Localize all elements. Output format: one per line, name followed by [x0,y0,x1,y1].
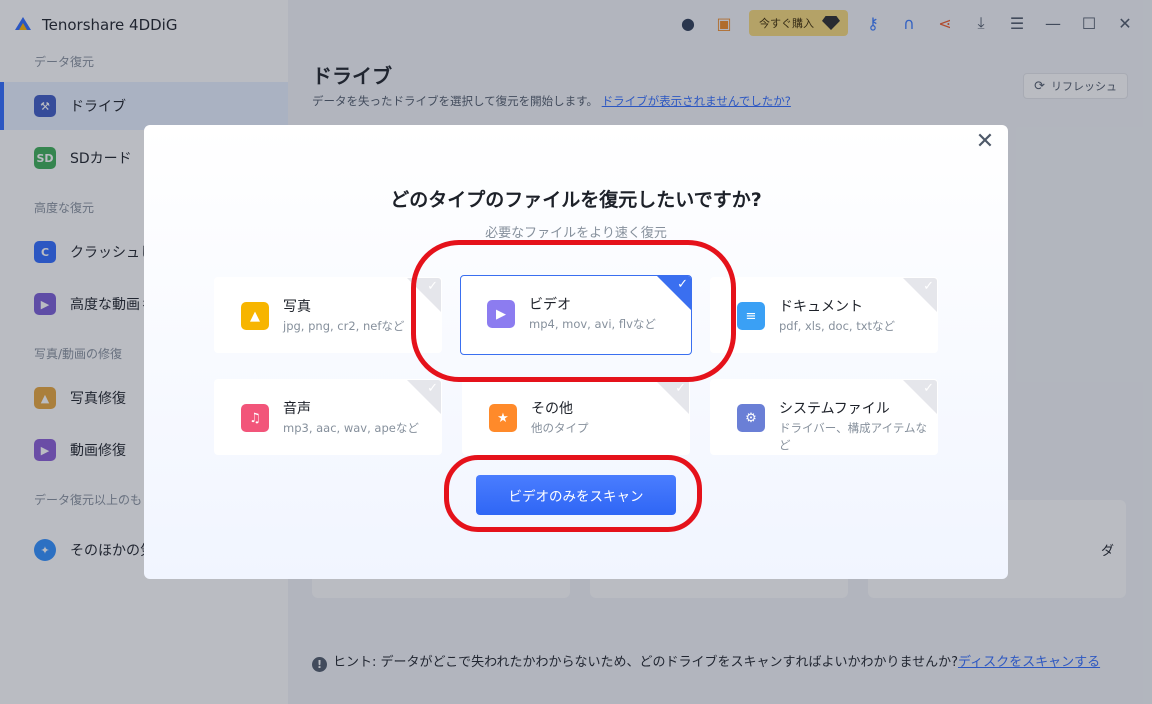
close-icon[interactable]: ✕ [974,131,996,153]
file-type-name: ドキュメント [779,299,863,315]
file-type-desc: pdf, xls, doc, txtなど [779,319,896,333]
check-icon: ✓ [923,279,934,294]
check-icon: ✓ [675,381,686,396]
checkbox-corner: ✓ [655,380,689,414]
check-icon: ✓ [923,381,934,396]
file-type-photo[interactable]: ✓ ▲ 写真 jpg, png, cr2, nefなど [214,277,442,353]
music-icon: ♫ [241,404,269,432]
image-icon: ▲ [241,302,269,330]
file-type-other[interactable]: ✓ ★ その他 他のタイプ [462,379,690,455]
checkbox-corner: ✓ [903,380,937,414]
dialog-subtitle: 必要なファイルをより速く復元 [485,226,667,241]
check-icon: ✓ [427,381,438,396]
gear-icon: ⚙ [737,404,765,432]
dialog-title: どのタイプのファイルを復元したいですか? [390,189,762,211]
document-icon: ≡ [737,302,765,330]
file-type-desc: mp3, aac, wav, apeなど [283,421,419,435]
star-icon: ★ [489,404,517,432]
highlight-ring-scan [444,455,702,532]
file-type-name: 写真 [283,299,311,315]
highlight-ring-video [411,240,736,382]
checkbox-corner: ✓ [407,380,441,414]
file-type-desc: ドライバー、構成アイテムなど [779,421,928,452]
file-type-audio[interactable]: ✓ ♫ 音声 mp3, aac, wav, apeなど [214,379,442,455]
checkbox-corner: ✓ [903,278,937,312]
file-type-name: その他 [531,401,573,417]
file-type-document[interactable]: ✓ ≡ ドキュメント pdf, xls, doc, txtなど [710,277,938,353]
file-type-system[interactable]: ✓ ⚙ システムファイル ドライバー、構成アイテムなど [710,379,938,455]
file-type-desc: 他のタイプ [531,421,589,435]
file-type-name: 音声 [283,401,311,417]
file-type-name: システムファイル [779,401,890,417]
